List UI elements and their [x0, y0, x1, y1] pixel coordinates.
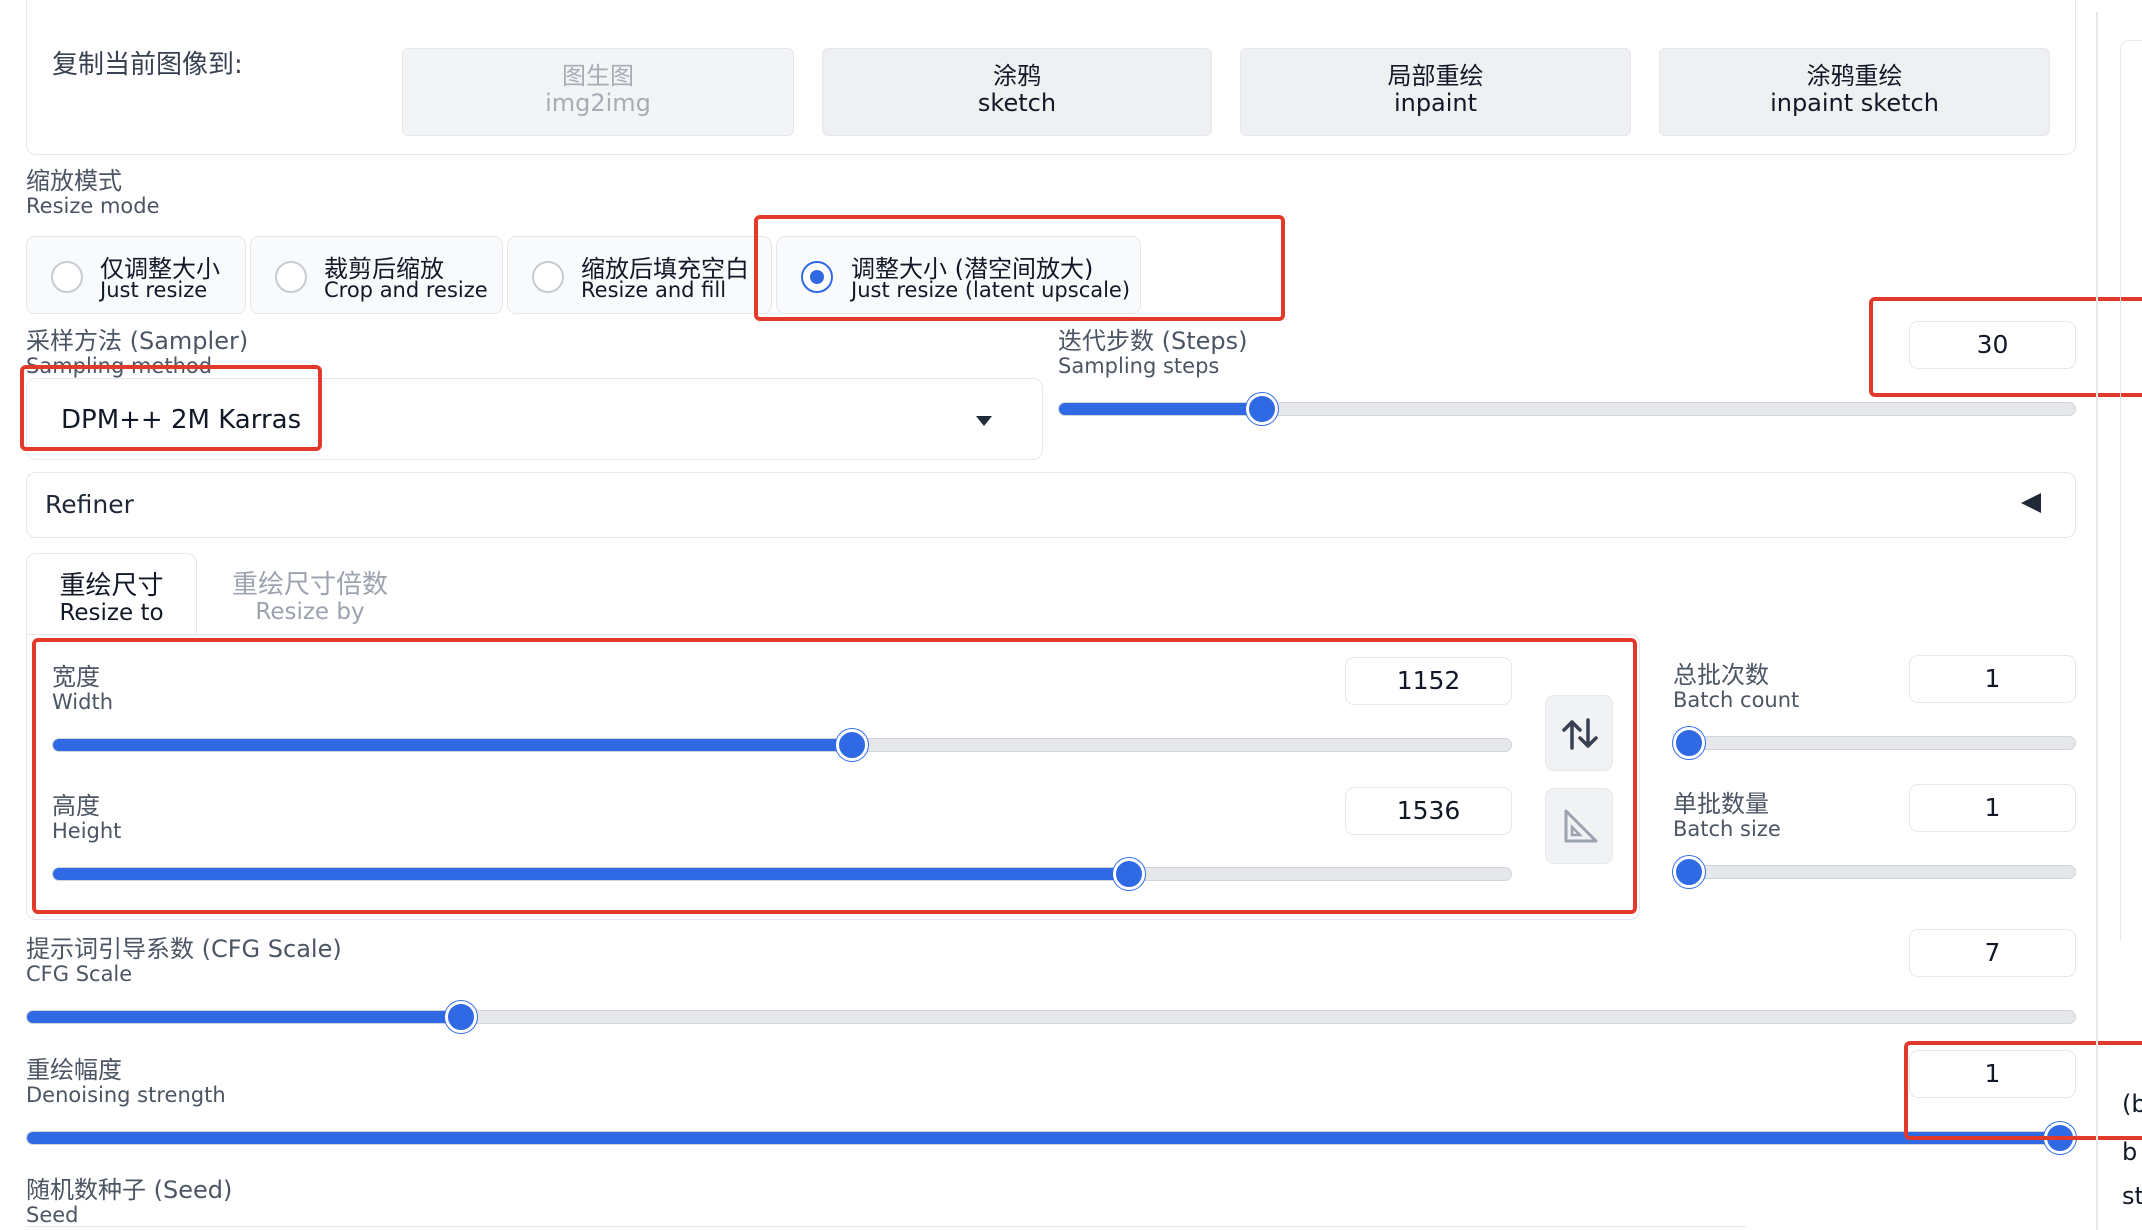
copy-button-label-en: inpaint	[1393, 89, 1478, 117]
resize-mode-label-zh: 缩放模式	[26, 167, 122, 195]
highlight-box-denoise	[1904, 1041, 2142, 1140]
copy-button-label-zh: 涂鸦重绘	[1806, 62, 1903, 90]
radio-circle	[51, 261, 83, 293]
radio-circle	[275, 261, 307, 293]
highlight-box-size	[32, 638, 1637, 914]
cfg-slider-track[interactable]	[26, 1010, 2076, 1024]
batch-count-label-en: Batch count	[1673, 688, 1800, 712]
right-edge-fragment-text: st	[2122, 1182, 2142, 1210]
copy-to-inpaint-button[interactable]: 局部重绘 inpaint	[1240, 48, 1631, 136]
refiner-label: Refiner	[45, 490, 134, 519]
batch-count-label-zh: 总批次数	[1673, 661, 1769, 689]
copy-button-label-zh: 局部重绘	[1387, 62, 1484, 90]
highlight-box-resize-mode	[754, 215, 1285, 321]
tab-label-zh: 重绘尺寸倍数	[231, 570, 388, 600]
cfg-label-zh: 提示词引导系数 (CFG Scale)	[26, 935, 342, 963]
resize-mode-resize-and-fill[interactable]: 缩放后填充空白 Resize and fill	[507, 236, 772, 314]
steps-slider-fill	[1059, 403, 1263, 415]
cfg-input[interactable]: 7	[1909, 929, 2076, 977]
resize-mode-crop-and-resize[interactable]: 裁剪后缩放 Crop and resize	[250, 236, 503, 314]
seed-label-zh: 随机数种子 (Seed)	[26, 1176, 233, 1204]
batch-count-slider-track[interactable]	[1673, 736, 2076, 750]
batch-size-input[interactable]: 1	[1909, 784, 2076, 832]
right-panel-divider	[2096, 12, 2098, 1230]
cfg-slider-fill	[27, 1011, 462, 1023]
caret-left-icon	[2021, 493, 2041, 513]
right-edge-fragment-text: b	[2122, 1138, 2138, 1166]
cfg-slider-thumb[interactable]	[445, 1001, 477, 1033]
steps-label-zh: 迭代步数 (Steps)	[1058, 327, 1248, 355]
denoise-label-en: Denoising strength	[26, 1083, 226, 1107]
radio-circle	[532, 261, 564, 293]
steps-slider-track[interactable]	[1058, 402, 2076, 416]
resize-mode-label-en: Resize mode	[26, 194, 160, 218]
batch-size-slider-track[interactable]	[1673, 865, 2076, 879]
batch-size-label-en: Batch size	[1673, 817, 1781, 841]
steps-label-en: Sampling steps	[1058, 354, 1220, 378]
sampler-label-zh: 采样方法 (Sampler)	[26, 327, 249, 355]
tab-label-en: Resize by	[255, 599, 365, 625]
resize-mode-just-resize[interactable]: 仅调整大小 Just resize	[26, 236, 246, 314]
denoise-slider-fill	[27, 1132, 2075, 1144]
copy-to-img2img-button[interactable]: 图生图 img2img	[402, 48, 794, 136]
tab-resize-to[interactable]: 重绘尺寸 Resize to	[26, 553, 197, 635]
seed-label-en: Seed	[26, 1203, 79, 1227]
batch-count-input[interactable]: 1	[1909, 655, 2076, 703]
copy-button-label-en: img2img	[545, 89, 651, 117]
refiner-accordion[interactable]: Refiner	[26, 472, 2076, 538]
batch-count-slider-thumb[interactable]	[1673, 727, 1705, 759]
cfg-label-en: CFG Scale	[26, 962, 133, 986]
right-panel-edge	[2120, 40, 2142, 940]
copy-button-label-zh: 图生图	[562, 62, 634, 90]
right-edge-fragment-text: (b	[2122, 1090, 2142, 1118]
batch-size-slider-thumb[interactable]	[1673, 856, 1705, 888]
radio-label-en: Crop and resize	[324, 278, 488, 302]
seed-input-edge	[26, 1226, 1746, 1230]
radio-label-en: Resize and fill	[581, 278, 727, 302]
tab-resize-by[interactable]: 重绘尺寸倍数 Resize by	[210, 571, 410, 625]
highlight-box-steps	[1869, 297, 2142, 397]
copy-button-label-en: sketch	[977, 89, 1057, 117]
tab-label-en: Resize to	[59, 600, 164, 626]
copy-button-label-zh: 涂鸦	[993, 62, 1041, 90]
radio-label-en: Just resize	[100, 278, 208, 302]
caret-down-icon	[976, 416, 992, 426]
copy-button-label-en: inpaint sketch	[1770, 89, 1939, 117]
copy-to-label: 复制当前图像到:	[52, 50, 243, 80]
batch-size-label-zh: 单批数量	[1673, 790, 1769, 818]
denoise-label-zh: 重绘幅度	[26, 1056, 122, 1084]
steps-slider-thumb[interactable]	[1246, 393, 1278, 425]
copy-to-sketch-button[interactable]: 涂鸦 sketch	[822, 48, 1212, 136]
copy-to-inpaint-sketch-button[interactable]: 涂鸦重绘 inpaint sketch	[1659, 48, 2050, 136]
tab-label-zh: 重绘尺寸	[59, 571, 164, 601]
highlight-box-sampler	[20, 365, 322, 451]
denoise-slider-track[interactable]	[26, 1131, 2076, 1145]
